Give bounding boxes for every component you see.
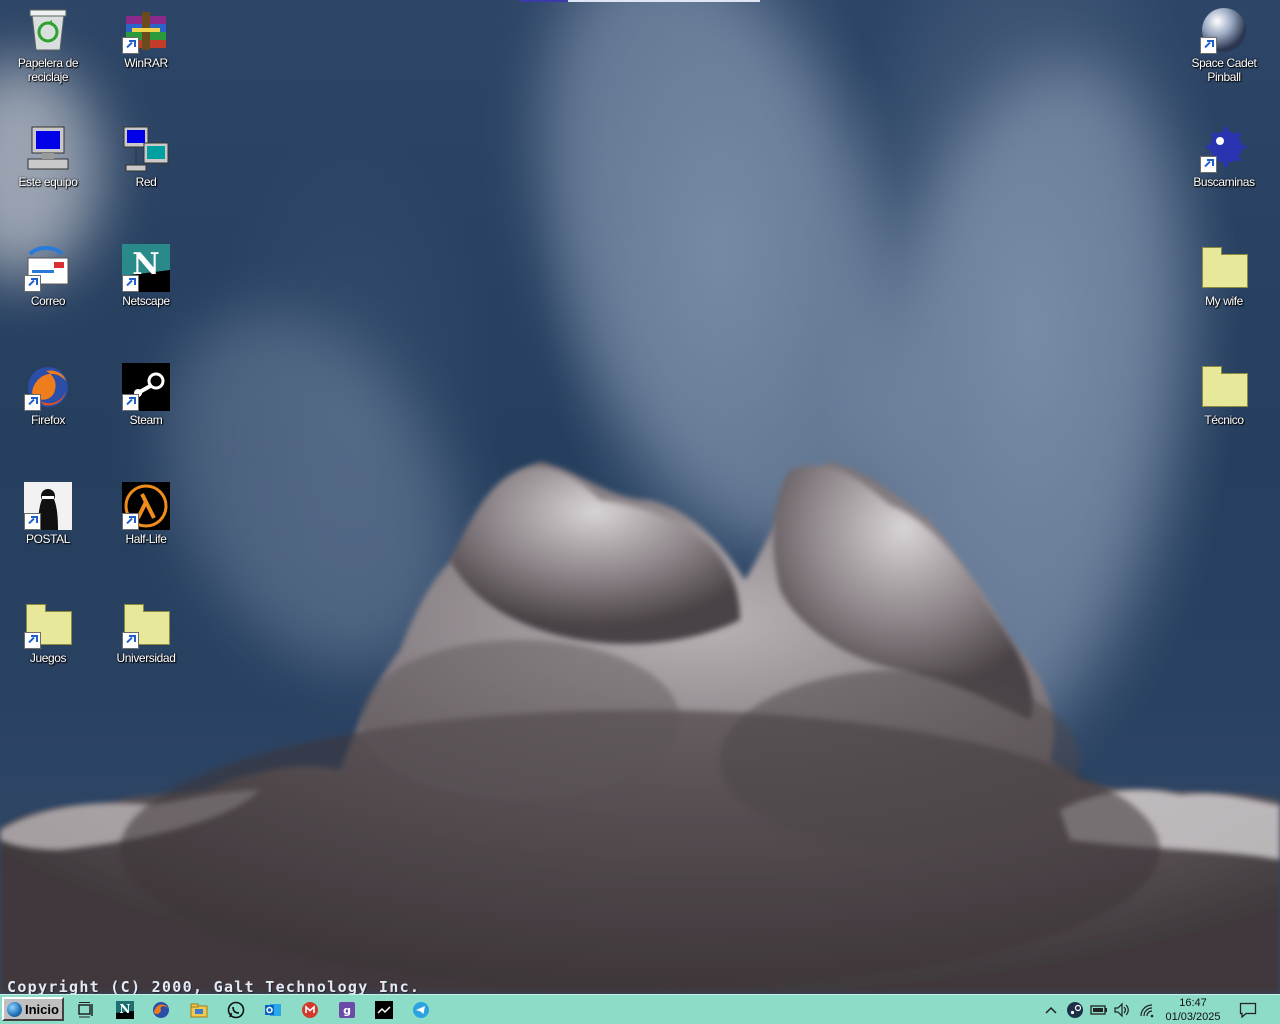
folder-icon xyxy=(24,601,72,649)
steam-icon xyxy=(122,363,170,411)
gmail-icon[interactable] xyxy=(301,1001,319,1019)
whatsapp-icon[interactable] xyxy=(227,1001,245,1019)
outlook-icon[interactable] xyxy=(264,1001,282,1019)
desktop-icon-postal[interactable]: POSTAL xyxy=(0,482,96,546)
clock-time: 16:47 xyxy=(1179,997,1207,1009)
svg-text:g: g xyxy=(343,1004,351,1017)
mail-icon xyxy=(24,244,72,292)
shortcut-arrow-icon xyxy=(122,394,139,411)
network-icon xyxy=(122,125,170,173)
start-button[interactable]: Inicio xyxy=(2,997,64,1021)
firefox-icon xyxy=(24,363,72,411)
gog-icon[interactable]: g xyxy=(338,1001,356,1019)
start-globe-icon xyxy=(7,1001,22,1017)
shortcut-arrow-icon xyxy=(1200,37,1217,54)
battery-icon[interactable] xyxy=(1090,1001,1108,1019)
wallpaper-copyright-text: Copyright (C) 2000, Galt Technology Inc. xyxy=(7,978,421,994)
shortcut-arrow-icon xyxy=(24,394,41,411)
desktop-icon-este-equipo[interactable]: Este equipo xyxy=(0,125,96,189)
desktop-icon-netscape[interactable]: N Netscape xyxy=(98,244,194,308)
steam-icon[interactable] xyxy=(375,1001,393,1019)
chevron-up-icon[interactable] xyxy=(1044,1001,1058,1019)
firefox-icon[interactable] xyxy=(152,1001,170,1019)
shortcut-arrow-icon xyxy=(24,275,41,292)
desktop-icon-steam[interactable]: Steam xyxy=(98,363,194,427)
recycle-bin-icon xyxy=(24,6,72,54)
pinball-icon xyxy=(1200,6,1248,54)
shortcut-arrow-icon xyxy=(1200,156,1217,173)
folder-icon xyxy=(1200,244,1248,292)
shortcut-arrow-icon xyxy=(122,513,139,530)
winrar-icon xyxy=(122,6,170,54)
notification-icon[interactable] xyxy=(1238,1001,1258,1019)
desktop-icon-juegos[interactable]: Juegos xyxy=(0,601,96,665)
desktop-icon-winrar[interactable]: WinRAR xyxy=(98,6,194,70)
desktop-icon-correo[interactable]: Correo xyxy=(0,244,96,308)
steam-icon[interactable] xyxy=(1066,1001,1084,1019)
desktop-icon-half-life[interactable]: Half-Life xyxy=(98,482,194,546)
clock-date: 01/03/2025 xyxy=(1165,1011,1221,1023)
volume-icon[interactable] xyxy=(1113,1001,1131,1019)
file-explorer-icon[interactable] xyxy=(190,1001,208,1019)
wifi-icon[interactable] xyxy=(1138,1001,1156,1019)
desktop-icon-red[interactable]: Red xyxy=(98,125,194,189)
system-clock[interactable]: 16:47 01/03/2025 xyxy=(1160,996,1226,1024)
desktop-icon-universidad[interactable]: Universidad xyxy=(98,601,194,665)
top-window-strip xyxy=(520,0,760,2)
computer-icon xyxy=(24,125,72,173)
task-view-icon[interactable] xyxy=(77,1001,95,1019)
shortcut-arrow-icon xyxy=(122,37,139,54)
netscape-icon[interactable]: N xyxy=(116,1001,134,1019)
desktop-icon-recycle-bin[interactable]: Papelera de reciclaje xyxy=(0,6,96,84)
folder-icon xyxy=(122,601,170,649)
telegram-icon[interactable] xyxy=(412,1001,430,1019)
shortcut-arrow-icon xyxy=(122,632,139,649)
folder-icon xyxy=(1200,363,1248,411)
taskbar: Inicio N g 16:47 01/03/2025 xyxy=(0,994,1280,1024)
shortcut-arrow-icon xyxy=(24,513,41,530)
half-life-icon xyxy=(122,482,170,530)
mine-icon xyxy=(1200,125,1248,173)
desktop-icon-my-wife[interactable]: My wife xyxy=(1176,244,1272,308)
start-label: Inicio xyxy=(25,1001,59,1017)
postal-icon xyxy=(24,482,72,530)
desktop-icon-space-cadet-pinball[interactable]: Space Cadet Pinball xyxy=(1176,6,1272,84)
desktop-icon-firefox[interactable]: Firefox xyxy=(0,363,96,427)
netscape-icon: N xyxy=(122,244,170,292)
shortcut-arrow-icon xyxy=(24,632,41,649)
desktop-icon-tecnico[interactable]: Técnico xyxy=(1176,363,1272,427)
shortcut-arrow-icon xyxy=(122,275,139,292)
svg-text:N: N xyxy=(120,1002,131,1016)
desktop-icon-buscaminas[interactable]: Buscaminas xyxy=(1176,125,1272,189)
